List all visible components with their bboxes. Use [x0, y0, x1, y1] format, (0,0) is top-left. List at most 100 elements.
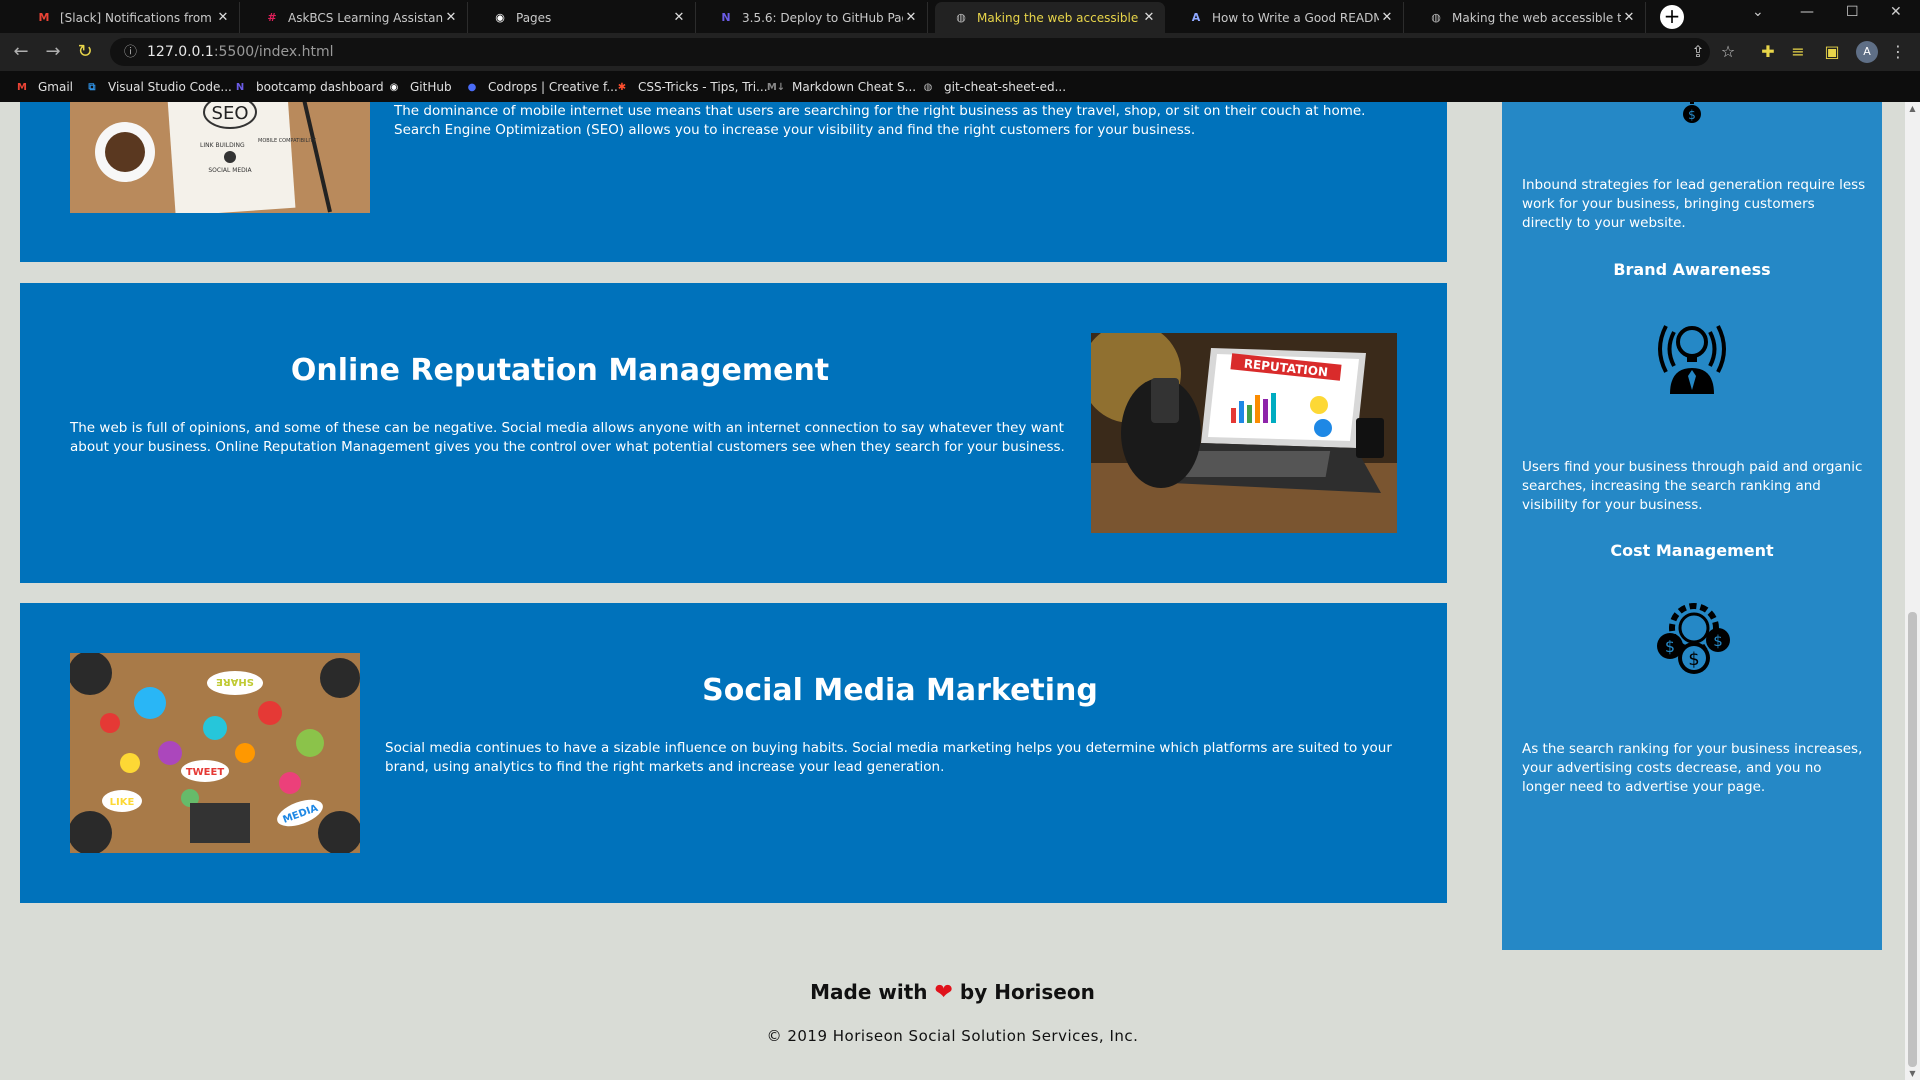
social-media-description: Social media continues to have a sizable… [385, 740, 1392, 775]
markdown-icon: M↓ [766, 81, 786, 93]
svg-text:SEO: SEO [212, 103, 249, 124]
minimize-button[interactable]: — [1800, 4, 1814, 20]
bookmark-label: Gmail [38, 80, 74, 94]
tab-close-icon[interactable]: ✕ [671, 10, 687, 25]
github-icon: ◉ [389, 81, 399, 93]
page-scrollbar[interactable]: ▲ ▼ [1905, 102, 1920, 1080]
menu-kebab-icon[interactable]: ⋮ [1888, 42, 1908, 62]
tab-search-icon[interactable]: ⌄ [1752, 4, 1764, 20]
bookmark-star-icon[interactable]: ☆ [1718, 42, 1738, 62]
svg-text:LIKE: LIKE [110, 797, 135, 808]
scrollbar-thumb[interactable] [1908, 612, 1917, 1067]
svg-text:MOBILE COMPATIBILITY: MOBILE COMPATIBILITY [258, 138, 317, 144]
browser-tab[interactable]: M [Slack] Notifications from the N✕ [18, 2, 240, 33]
bookmark-item[interactable]: ✱ CSS-Tricks - Tips, Tri... [614, 77, 768, 97]
vscode-icon: ⧉ [88, 81, 96, 93]
maximize-button[interactable]: ☐ [1846, 4, 1859, 20]
svg-text:TWEET: TWEET [186, 767, 225, 778]
tab-title: [Slack] Notifications from the N [60, 10, 215, 25]
seo-description: The dominance of mobile internet use mea… [394, 103, 1366, 138]
notion-n-icon: N [235, 81, 245, 93]
tab-close-icon[interactable]: ✕ [903, 10, 919, 25]
tab-title: How to Write a Good README F [1212, 10, 1379, 25]
social-media-heading: Social Media Marketing [702, 673, 1098, 708]
address-bar[interactable]: ⓘ 127.0.0.1:5500/index.html [110, 38, 1710, 66]
profile-avatar[interactable]: A [1856, 41, 1878, 63]
bookmark-item[interactable]: M Gmail [14, 77, 73, 97]
brand-awareness-text: Users find your business through paid an… [1522, 459, 1863, 513]
reload-icon[interactable]: ↻ [74, 41, 96, 63]
lead-generation-text: Inbound strategies for lead generation r… [1522, 177, 1866, 231]
cost-management-heading: Cost Management [1610, 541, 1774, 560]
benefits-sidebar: $ Inbound strategies for lead generation… [1502, 102, 1882, 950]
tab-close-icon[interactable]: ✕ [1621, 10, 1637, 25]
bookmark-item[interactable]: ⧉ Visual Studio Code... [84, 77, 232, 97]
tab-close-icon[interactable]: ✕ [443, 10, 459, 25]
a-icon: A [1191, 11, 1201, 24]
new-tab-button[interactable]: + [1660, 5, 1684, 29]
notion-n-icon: N [721, 11, 731, 24]
reputation-section: Online Reputation Management The web is … [20, 283, 1447, 583]
extensions-puzzle-icon[interactable]: ✚ [1758, 42, 1778, 62]
browser-tab[interactable]: ◍ Making the web accessible to e✕ [935, 2, 1165, 33]
globe-icon: ◍ [956, 11, 966, 24]
scroll-down-arrow-icon[interactable]: ▼ [1905, 1069, 1920, 1078]
github-icon: ◉ [495, 11, 505, 24]
social-media-section: SHARE TWEET LIKE MEDIA Social Media Mark… [20, 603, 1447, 903]
footer-made-with-label: Made with [810, 980, 928, 1004]
svg-text:LINK BUILDING: LINK BUILDING [200, 142, 245, 149]
tab-close-icon[interactable]: ✕ [1141, 10, 1157, 25]
close-window-button[interactable]: ✕ [1890, 4, 1902, 20]
scroll-up-arrow-icon[interactable]: ▲ [1905, 104, 1920, 113]
bookmark-item[interactable]: ● Codrops | Creative f... [464, 77, 618, 97]
back-arrow-icon[interactable]: ← [10, 41, 32, 63]
bookmarks-bar: M Gmail ⧉ Visual Studio Code... Nbootcamp da… [0, 71, 1920, 102]
footer-made-with: Made with ❤ by Horiseon [0, 980, 1905, 1005]
bookmark-label: bootcamp dashboard [256, 80, 384, 94]
side-panel-icon[interactable]: ▣ [1822, 42, 1842, 62]
browser-tab[interactable]: A How to Write a Good README F✕ [1170, 2, 1404, 33]
reputation-description: The web is full of opinions, and some of… [70, 420, 1065, 455]
seo-image: SEO LINK BUILDING MOBILE COMPATIBILITY S… [70, 102, 370, 213]
url-path: :5500/index.html [213, 44, 334, 60]
bookmark-label: Codrops | Creative f... [488, 80, 618, 94]
browser-toolbar: ← → ↻ ⓘ 127.0.0.1:5500/index.html ⇪ ☆ ✚ ≡… [0, 33, 1920, 71]
bookmark-item[interactable]: M↓ Markdown Cheat S... [766, 77, 916, 97]
gmail-icon: M [17, 81, 27, 93]
bookmark-item[interactable]: Nbootcamp dashboard [232, 77, 384, 97]
page-viewport: SEO LINK BUILDING MOBILE COMPATIBILITY S… [0, 102, 1905, 1080]
tab-close-icon[interactable]: ✕ [215, 10, 231, 25]
svg-text:SOCIAL MEDIA: SOCIAL MEDIA [208, 167, 252, 174]
cost-management-text: As the search ranking for your business … [1522, 741, 1863, 795]
forward-arrow-icon[interactable]: → [42, 41, 64, 63]
tab-title: Pages [516, 10, 552, 25]
codrops-icon: ● [467, 81, 477, 93]
globe-icon: ◍ [1431, 11, 1441, 24]
tab-title: Making the web accessible to e [1452, 10, 1621, 25]
footer-copyright: © 2019 Horiseon Social Solution Services… [766, 1027, 1139, 1045]
site-info-icon[interactable]: ⓘ [124, 45, 137, 60]
seo-section: SEO LINK BUILDING MOBILE COMPATIBILITY S… [20, 102, 1447, 262]
slack-icon: # [267, 11, 277, 24]
svg-text:$: $ [1688, 108, 1696, 122]
browser-tab[interactable]: N 3.5.6: Deploy to GitHub Pages: P✕ [700, 2, 928, 33]
bookmark-item[interactable]: ◍ git-cheat-sheet-ed... [920, 77, 1066, 97]
browser-tab-strip: + ⌄ — ☐ ✕ M [Slack] Notifications from th… [0, 0, 1920, 33]
gmail-icon: M [38, 11, 50, 24]
browser-tab[interactable]: # AskBCS Learning Assistant - NU✕ [246, 2, 468, 33]
tab-close-icon[interactable]: ✕ [1379, 10, 1395, 25]
share-icon[interactable]: ⇪ [1688, 42, 1708, 62]
svg-text:$: $ [1713, 632, 1723, 650]
bookmark-label: Visual Studio Code... [108, 80, 232, 94]
browser-tab[interactable]: ◍ Making the web accessible to e✕ [1410, 2, 1646, 33]
tab-title: AskBCS Learning Assistant - NU [288, 10, 443, 25]
dollar-lead-icon: $ [1680, 102, 1704, 130]
social-media-image: SHARE TWEET LIKE MEDIA [70, 653, 360, 853]
bookmark-item[interactable]: ◉ GitHub [386, 77, 452, 97]
bookmark-label: GitHub [410, 80, 452, 94]
reading-list-icon[interactable]: ≡ [1788, 42, 1808, 62]
tab-title: Making the web accessible to e [977, 10, 1141, 25]
browser-tab[interactable]: ◉ Pages ✕ [474, 2, 696, 33]
money-gear-icon: $ $ $ [1652, 600, 1732, 680]
brand-awareness-heading: Brand Awareness [1613, 260, 1771, 279]
